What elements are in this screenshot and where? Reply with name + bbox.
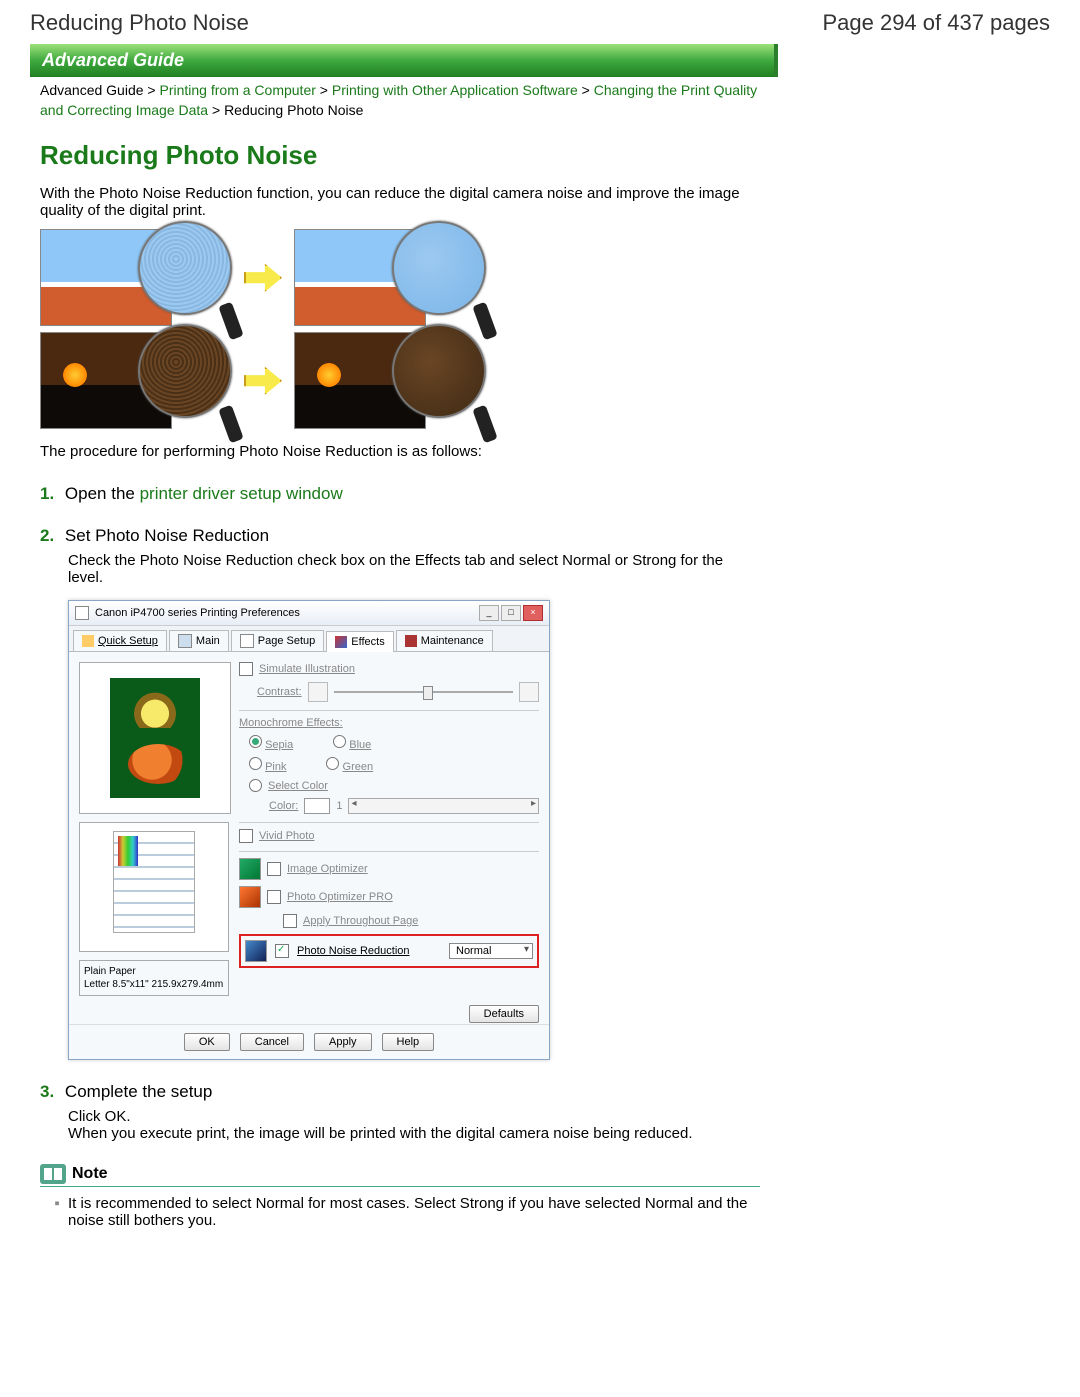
green-label: Green (343, 761, 374, 773)
noise-illustration (40, 229, 760, 429)
step-number: 1. (40, 484, 54, 503)
simulate-illustration-checkbox[interactable] (239, 662, 253, 676)
pink-label: Pink (265, 761, 286, 773)
magnifier-icon (392, 221, 486, 315)
printer-icon (75, 606, 89, 620)
quick-icon (82, 635, 94, 647)
step-number: 3. (40, 1082, 54, 1101)
optimizer-pro-icon (239, 886, 261, 908)
vivid-photo-checkbox[interactable] (239, 829, 253, 843)
cancel-button[interactable]: Cancel (240, 1033, 304, 1051)
main-icon (178, 634, 192, 648)
help-button[interactable]: Help (382, 1033, 435, 1051)
tab-quick-setup[interactable]: Quick Setup (73, 630, 167, 651)
step-body: Click OK. (68, 1108, 760, 1125)
page-title: Reducing Photo Noise (30, 10, 249, 36)
blue-label: Blue (349, 739, 371, 751)
page-icon (240, 634, 254, 648)
blue-radio[interactable] (333, 735, 346, 748)
arrow-right-icon (244, 264, 282, 292)
minimize-button[interactable]: _ (479, 605, 499, 621)
photo-noise-reduction-checkbox[interactable] (275, 944, 289, 958)
magnifier-icon (392, 324, 486, 418)
paper-info: Plain Paper Letter 8.5"x11" 215.9x279.4m… (79, 960, 229, 996)
color-value: 1 (336, 800, 342, 812)
note-item: It is recommended to select Normal for m… (68, 1195, 760, 1229)
breadcrumb-item: Advanced Guide (40, 82, 144, 98)
effects-preview (79, 662, 231, 814)
step-heading: Set Photo Noise Reduction (65, 526, 269, 545)
step-body: When you execute print, the image will b… (68, 1125, 760, 1142)
pink-radio[interactable] (249, 757, 262, 770)
photo-noise-reduction-label: Photo Noise Reduction (297, 945, 410, 957)
breadcrumb-link[interactable]: Printing from a Computer (160, 82, 316, 98)
guide-banner: Advanced Guide (30, 44, 778, 77)
tab-effects[interactable]: Effects (326, 631, 393, 652)
intro-text: With the Photo Noise Reduction function,… (40, 185, 760, 219)
breadcrumb-link[interactable]: Printing with Other Application Software (332, 82, 578, 98)
breadcrumb: Advanced Guide > Printing from a Compute… (40, 81, 760, 120)
photo-optimizer-pro-checkbox[interactable] (267, 890, 281, 904)
breadcrumb-current: Reducing Photo Noise (224, 102, 363, 118)
printer-driver-link[interactable]: printer driver setup window (140, 484, 343, 503)
contrast-slider[interactable] (334, 685, 513, 699)
monochrome-label: Monochrome Effects: (239, 717, 343, 729)
breadcrumb-sep: > (147, 82, 155, 98)
step-body: Check the Photo Noise Reduction check bo… (68, 552, 760, 586)
image-optimizer-label: Image Optimizer (287, 863, 368, 875)
arrow-right-icon (244, 367, 282, 395)
maintenance-icon (405, 635, 417, 647)
ok-button[interactable]: OK (184, 1033, 230, 1051)
green-radio[interactable] (326, 757, 339, 770)
vivid-photo-label: Vivid Photo (259, 830, 314, 842)
close-button[interactable]: × (523, 605, 543, 621)
contrast-icon-high (519, 682, 539, 702)
breadcrumb-sep: > (212, 102, 220, 118)
effects-icon (335, 636, 347, 648)
breadcrumb-sep: > (320, 82, 328, 98)
apply-button[interactable]: Apply (314, 1033, 372, 1051)
note-title: Note (72, 1165, 108, 1183)
layout-preview (79, 822, 229, 952)
image-optimizer-checkbox[interactable] (267, 862, 281, 876)
dialog-title: Canon iP4700 series Printing Preferences (95, 607, 300, 619)
procedure-line: The procedure for performing Photo Noise… (40, 443, 760, 460)
tab-main[interactable]: Main (169, 630, 229, 651)
maximize-button[interactable]: □ (501, 605, 521, 621)
article-title: Reducing Photo Noise (40, 140, 760, 171)
contrast-icon-low (308, 682, 328, 702)
noise-level-combo[interactable]: Normal (449, 943, 533, 959)
apply-throughout-label: Apply Throughout Page (303, 915, 418, 927)
optimizer-icon (239, 858, 261, 880)
defaults-button[interactable]: Defaults (469, 1005, 539, 1023)
magnifier-icon (138, 324, 232, 418)
apply-throughout-checkbox[interactable] (283, 914, 297, 928)
step-heading: Complete the setup (65, 1082, 212, 1101)
breadcrumb-sep: > (582, 82, 590, 98)
noise-reduction-icon (245, 940, 267, 962)
photo-optimizer-pro-label: Photo Optimizer PRO (287, 891, 393, 903)
preferences-dialog: Canon iP4700 series Printing Preferences… (68, 600, 550, 1060)
note-icon (40, 1164, 66, 1184)
simulate-illustration-label: Simulate Illustration (259, 663, 355, 675)
contrast-label: Contrast: (257, 686, 302, 698)
sepia-radio[interactable] (249, 735, 262, 748)
step-number: 2. (40, 526, 54, 545)
page-indicator: Page 294 of 437 pages (822, 10, 1050, 36)
color-swatch (304, 798, 330, 814)
color-scrollbar[interactable] (348, 798, 539, 814)
step-text: Open the (65, 484, 140, 503)
color-label: Color: (269, 800, 298, 812)
tab-page-setup[interactable]: Page Setup (231, 630, 325, 651)
tab-maintenance[interactable]: Maintenance (396, 630, 493, 651)
select-color-label: Select Color (268, 780, 328, 792)
sepia-label: Sepia (265, 739, 293, 751)
magnifier-icon (138, 221, 232, 315)
select-color-radio[interactable] (249, 779, 262, 792)
